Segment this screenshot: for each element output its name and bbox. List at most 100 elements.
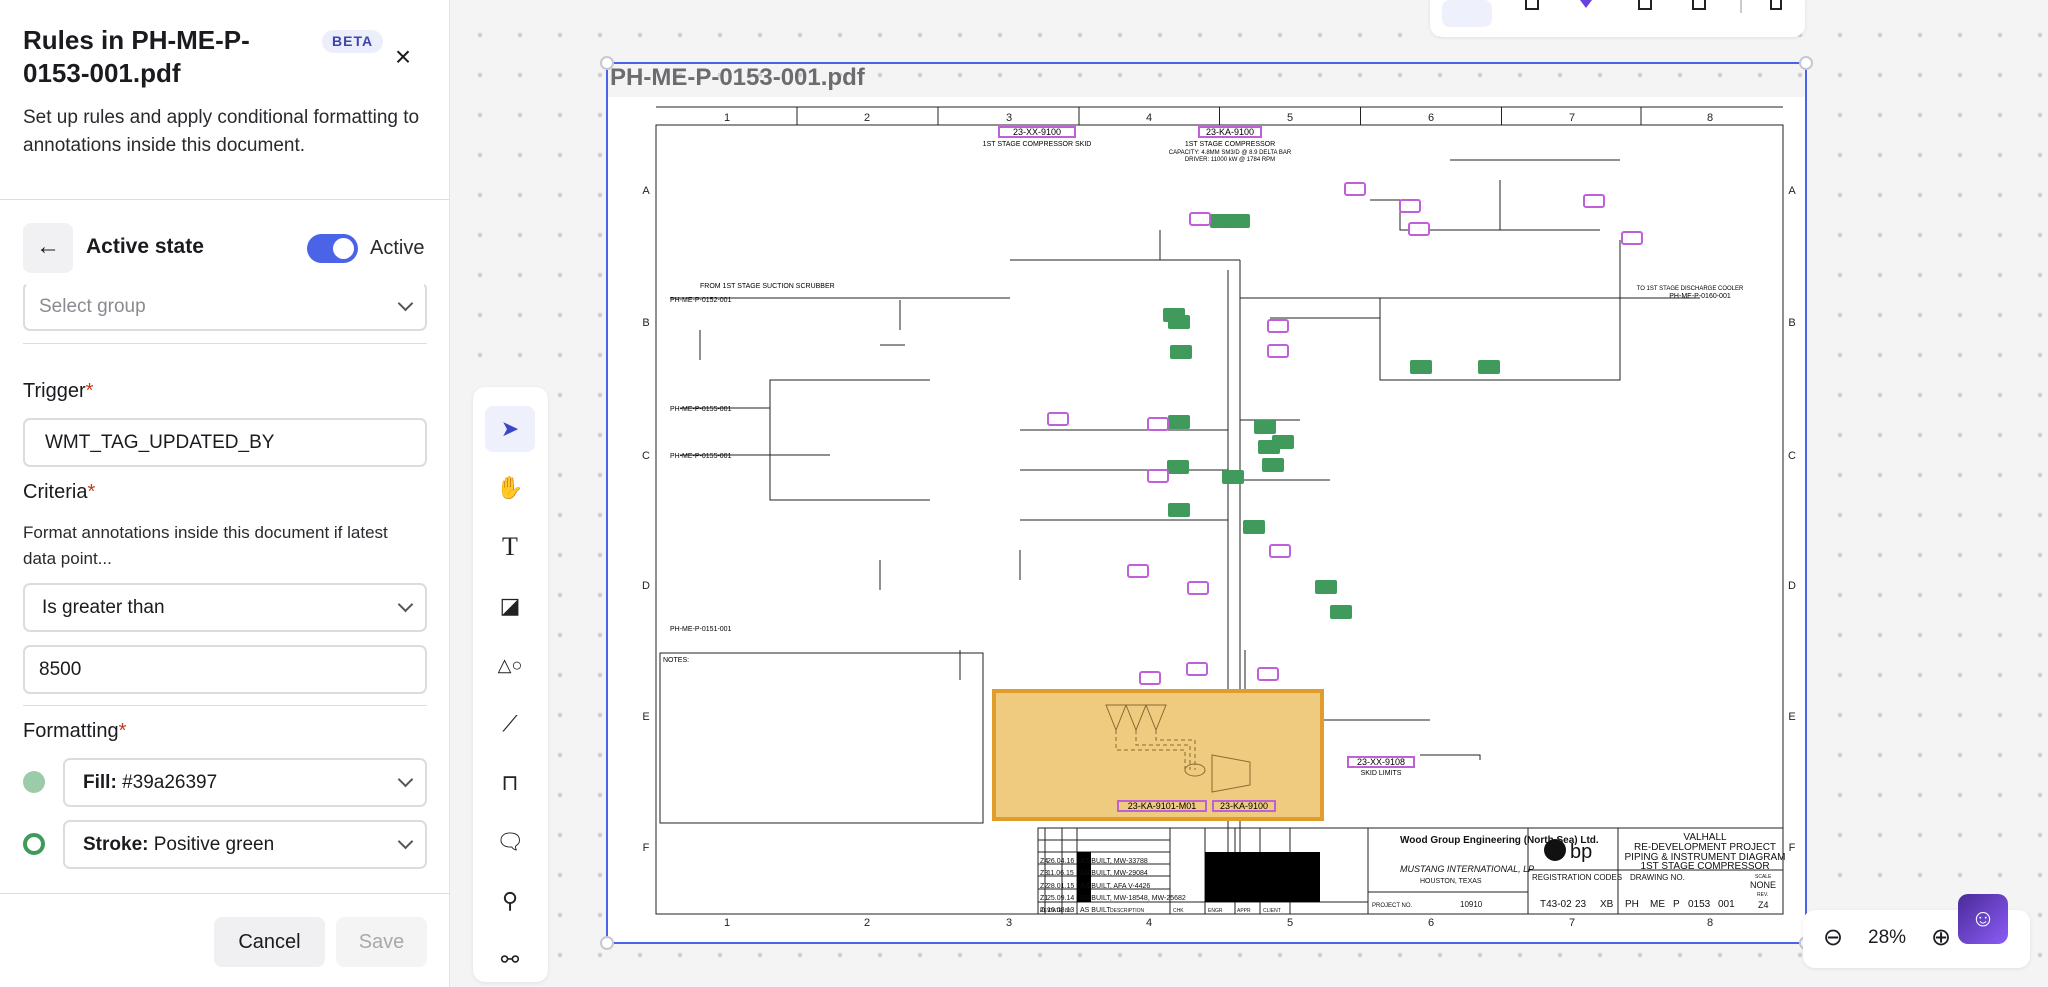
operator-select[interactable]: Is greater than — [23, 583, 427, 632]
live-tag[interactable] — [1167, 460, 1189, 474]
live-tag[interactable] — [1222, 470, 1244, 484]
zoom-in-icon[interactable]: ⊕ — [1931, 923, 1951, 952]
drawing-no-label: DRAWING NO. — [1630, 873, 1685, 882]
polyline-icon[interactable]: ⊓ — [485, 760, 535, 806]
line-icon[interactable]: ⟋ — [485, 701, 535, 747]
scale: NONE — [1750, 880, 1776, 890]
row-label: A — [642, 185, 650, 197]
row-label: B — [1788, 317, 1795, 329]
hand-icon[interactable]: ✋ — [485, 465, 535, 511]
tag-compressor-bottom[interactable]: 23-KA-9100 — [1220, 801, 1268, 811]
tag-marker[interactable] — [1344, 182, 1366, 196]
tag-marker[interactable] — [1399, 199, 1421, 213]
tag-marker[interactable] — [1408, 222, 1430, 236]
column-label: 7 — [1569, 917, 1575, 929]
highlighted-skid-area — [992, 689, 1324, 821]
tag-skid[interactable]: 23-XX-9100 — [1013, 127, 1061, 137]
sticky-note-icon[interactable]: ◪ — [485, 583, 535, 629]
trigger-input[interactable]: WMT_TAG_UPDATED_BY — [23, 418, 427, 467]
zoom-out-icon[interactable]: ⊖ — [1823, 923, 1843, 952]
stroke-select[interactable]: Stroke: Positive green — [63, 820, 427, 869]
date-cell: 25.09.14 — [1047, 895, 1074, 902]
column-label: 5 — [1287, 917, 1293, 929]
text-icon[interactable]: T — [485, 524, 535, 570]
live-tag[interactable] — [1168, 503, 1190, 517]
live-tag[interactable] — [1170, 345, 1192, 359]
tag-marker[interactable] — [1621, 231, 1643, 245]
operator-value: Is greater than — [42, 597, 165, 618]
criteria-value-input[interactable]: 8500 — [23, 645, 427, 694]
fill-select[interactable]: Fill: #39a26397 — [63, 758, 427, 807]
ref-link[interactable]: PH-ME-P-0155-001 — [670, 453, 732, 460]
info-icon[interactable] — [1525, 0, 1539, 10]
tag-marker[interactable] — [1189, 212, 1211, 226]
split-icon[interactable] — [1638, 0, 1652, 10]
ai-assistant-button[interactable]: ☺ — [1958, 894, 2008, 944]
connections-icon[interactable]: ⚯ — [485, 937, 535, 983]
live-tag[interactable] — [1168, 315, 1190, 329]
tag-marker[interactable] — [1257, 667, 1279, 681]
tag-marker[interactable] — [1186, 662, 1208, 676]
tag-marker[interactable] — [1267, 344, 1289, 358]
live-tag[interactable] — [1228, 214, 1250, 228]
tag-marker[interactable] — [1147, 469, 1169, 483]
column-label: 5 — [1287, 112, 1293, 124]
registration-codes: REGISTRATION CODES — [1532, 873, 1622, 882]
live-tag[interactable] — [1315, 580, 1337, 594]
row-label: F — [1789, 842, 1796, 854]
column-label: 8 — [1707, 112, 1713, 124]
live-tag[interactable] — [1243, 520, 1265, 534]
active-toggle[interactable] — [307, 234, 358, 263]
group-select-placeholder: Select group — [39, 296, 146, 317]
live-tag[interactable] — [1262, 458, 1284, 472]
trigger-label: Trigger* — [23, 380, 94, 402]
rev-header: CHK — [1173, 908, 1184, 914]
tag-marker[interactable] — [1269, 544, 1291, 558]
company-city: HOUSTON, TEXAS — [1420, 878, 1482, 885]
caption: DRIVER: 11000 kW @ 1784 RPM — [1185, 157, 1275, 163]
tag-marker[interactable] — [1127, 564, 1149, 578]
tag-marker[interactable] — [1187, 581, 1209, 595]
tag-skid-limits[interactable]: 23-XX-9108 — [1357, 757, 1405, 767]
tag-compressor[interactable]: 23-KA-9100 — [1206, 127, 1254, 137]
code-disp: P — [1673, 899, 1680, 910]
live-tag[interactable] — [1330, 605, 1352, 619]
close-icon[interactable]: × — [390, 43, 416, 71]
save-button[interactable]: Save — [336, 917, 427, 967]
tag-marker[interactable] — [1583, 194, 1605, 208]
live-tag[interactable] — [1168, 415, 1190, 429]
tag-motor[interactable]: 23-KA-9101-M01 — [1128, 801, 1197, 811]
tag-marker[interactable] — [1147, 417, 1169, 431]
rev-header: DATE — [1049, 908, 1063, 914]
beta-badge: BETA — [322, 30, 384, 53]
rev-header: DESCRIPTION — [1110, 908, 1145, 914]
live-tag[interactable] — [1254, 420, 1276, 434]
live-tag[interactable] — [1410, 360, 1432, 374]
tag-marker[interactable] — [1267, 319, 1289, 333]
filter-icon[interactable] — [1580, 0, 1592, 8]
export-icon[interactable] — [1692, 0, 1706, 10]
select-icon[interactable]: ➤ — [485, 406, 535, 452]
live-tag[interactable] — [1478, 360, 1500, 374]
ref-link[interactable]: PH-ME-P-0151-001 — [670, 626, 732, 633]
comment-icon[interactable]: 🗨 — [485, 819, 535, 865]
cancel-button[interactable]: Cancel — [214, 917, 325, 967]
tag-marker[interactable] — [1047, 412, 1069, 426]
shapes-icon[interactable]: △○ — [485, 642, 535, 688]
back-button[interactable]: ← — [23, 223, 73, 273]
tag-marker[interactable] — [1139, 671, 1161, 685]
criteria-value: 8500 — [39, 659, 82, 680]
ref-link[interactable]: PH-ME-P-0152-001 — [670, 297, 732, 304]
fill-swatch-icon — [23, 771, 45, 793]
ref-link[interactable]: PH-ME-P-0160-001 — [1669, 293, 1731, 300]
trash-icon[interactable] — [1770, 0, 1782, 10]
toolbar-active-tool[interactable] — [1442, 0, 1492, 27]
ref-link[interactable]: PH-ME-P-0155-001 — [670, 406, 732, 413]
description-cell: AS BUILT, MW-29084 — [1080, 870, 1148, 877]
rev: Z4 — [1758, 900, 1769, 910]
stamp-icon[interactable]: ⚲ — [485, 878, 535, 924]
column-label: 2 — [864, 112, 870, 124]
group-select[interactable]: Select group — [23, 282, 427, 331]
row-label: F — [643, 842, 650, 854]
live-tag[interactable] — [1272, 435, 1294, 449]
